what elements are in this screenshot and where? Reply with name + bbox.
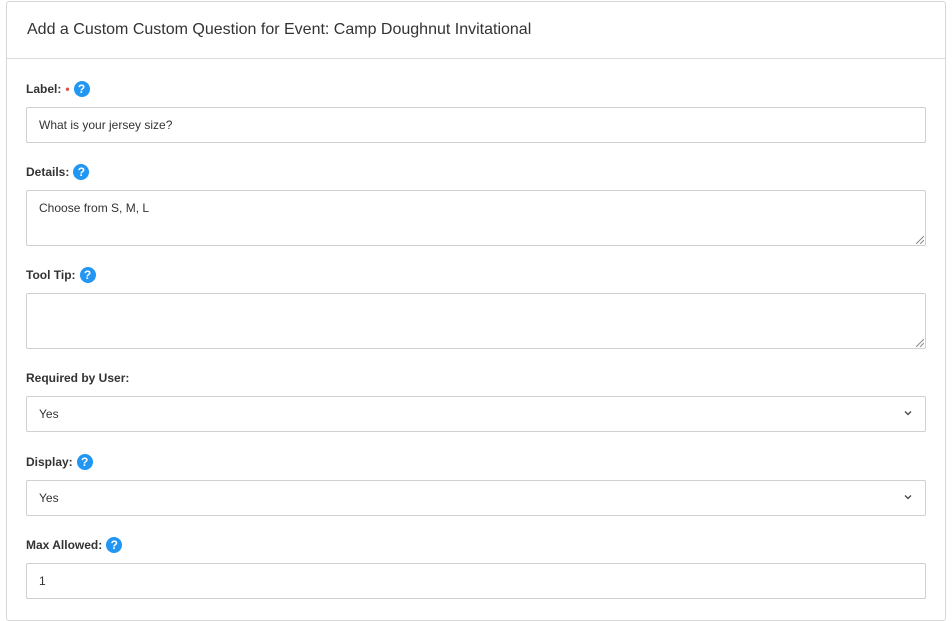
panel-header: Add a Custom Custom Question for Event: … bbox=[7, 2, 945, 59]
display-value: Yes bbox=[39, 491, 59, 505]
tooltip-field-label: Tool Tip: ? bbox=[26, 265, 926, 285]
label-field-label: Label: • ? bbox=[26, 79, 926, 99]
help-icon[interactable]: ? bbox=[79, 267, 96, 283]
page-title: Add a Custom Custom Question for Event: … bbox=[27, 21, 532, 38]
required-indicator: • bbox=[65, 82, 70, 96]
max-allowed-field-label: Max Allowed: ? bbox=[26, 535, 926, 555]
details-textarea[interactable]: Choose from S, M, L bbox=[26, 190, 926, 246]
help-icon[interactable]: ? bbox=[73, 164, 90, 180]
chevron-down-icon bbox=[904, 411, 912, 416]
max-allowed-input[interactable]: 1 bbox=[26, 563, 926, 599]
label-input-value: What is your jersey size? bbox=[39, 118, 173, 132]
tooltip-label-text: Tool Tip: bbox=[26, 268, 76, 282]
required-by-user-label: Required by User: bbox=[26, 368, 926, 388]
display-label-text: Display: bbox=[26, 455, 73, 469]
help-icon[interactable]: ? bbox=[76, 454, 93, 470]
details-label-text: Details: bbox=[26, 165, 70, 179]
label-input[interactable]: What is your jersey size? bbox=[26, 107, 926, 143]
details-field-label: Details: ? bbox=[26, 162, 926, 182]
max-allowed-label-text: Max Allowed: bbox=[26, 538, 103, 552]
resize-handle-icon[interactable] bbox=[916, 236, 924, 244]
help-icon[interactable]: ? bbox=[73, 81, 90, 97]
details-textarea-value: Choose from S, M, L bbox=[39, 201, 150, 215]
display-field-label: Display: ? bbox=[26, 452, 926, 472]
label-text: Label: bbox=[26, 82, 62, 96]
display-select[interactable]: Yes bbox=[26, 480, 926, 516]
help-icon[interactable]: ? bbox=[106, 537, 123, 553]
required-by-user-value: Yes bbox=[39, 407, 59, 421]
required-by-user-label-text: Required by User: bbox=[26, 371, 130, 385]
max-allowed-value: 1 bbox=[39, 574, 46, 588]
custom-question-panel: Add a Custom Custom Question for Event: … bbox=[6, 1, 946, 621]
resize-handle-icon[interactable] bbox=[916, 339, 924, 347]
chevron-down-icon bbox=[904, 495, 912, 500]
required-by-user-select[interactable]: Yes bbox=[26, 396, 926, 432]
tooltip-textarea[interactable] bbox=[26, 293, 926, 349]
